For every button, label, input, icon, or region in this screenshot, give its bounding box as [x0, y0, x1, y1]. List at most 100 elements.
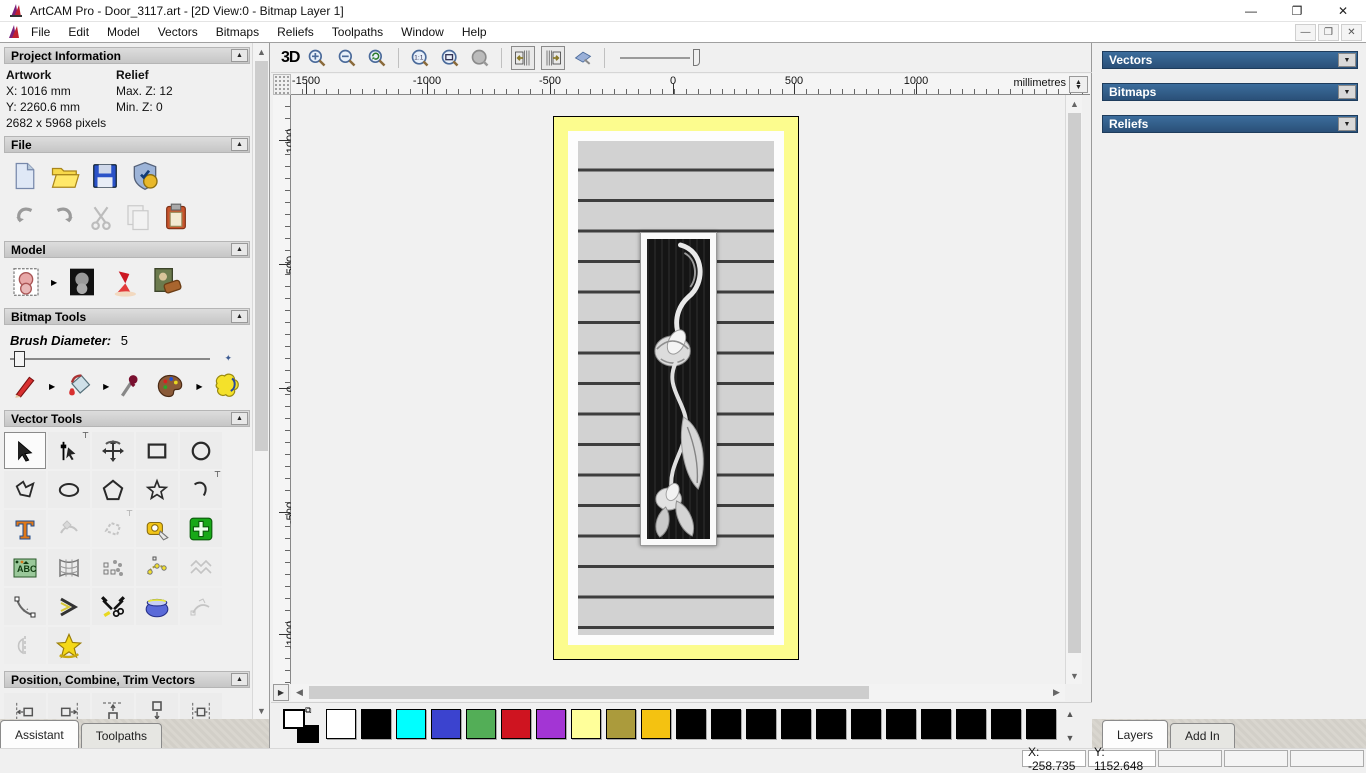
wrap-text-round-curve-tool[interactable]	[48, 510, 90, 547]
zoom-in-icon[interactable]	[305, 46, 329, 70]
flood-fill-icon[interactable]	[64, 372, 94, 400]
open-file-icon[interactable]	[49, 161, 81, 191]
texture-relief-icon[interactable]	[150, 266, 184, 298]
block-paste-tool[interactable]	[92, 549, 134, 586]
flyout-arrow[interactable]: ▶	[103, 382, 109, 391]
create-circle-tool[interactable]	[180, 432, 222, 469]
colour-swatch[interactable]	[361, 709, 391, 739]
colour-swatch[interactable]	[396, 709, 426, 739]
door-artwork[interactable]	[553, 116, 799, 660]
canvas-vscrollbar[interactable]: ▲ ▼	[1065, 95, 1082, 684]
tab-assistant[interactable]: Assistant	[0, 720, 79, 748]
tab-toolpaths[interactable]: Toolpaths	[81, 723, 162, 748]
vector-texture-tool[interactable]	[180, 549, 222, 586]
create-text-tool[interactable]	[4, 510, 46, 547]
section-bitmaps[interactable]: Bitmaps ▼	[1102, 83, 1358, 101]
zoom-out-icon[interactable]	[335, 46, 359, 70]
weld-vectors-tool[interactable]	[136, 588, 178, 625]
section-model[interactable]: Model ▲	[4, 241, 250, 258]
offset-vectors-tool[interactable]: ⊤	[92, 510, 134, 547]
bitmap-to-vector-icon[interactable]	[211, 371, 243, 401]
adjust-model-icon[interactable]	[66, 265, 98, 299]
assistant-scrollbar[interactable]: ▲ ▼	[252, 43, 269, 719]
section-vectors[interactable]: Vectors ▼	[1102, 51, 1358, 69]
create-rectangle-tool[interactable]	[136, 432, 178, 469]
align-left-tool[interactable]	[4, 693, 46, 719]
join-vectors-tool[interactable]	[48, 588, 90, 625]
select-vectors-tool[interactable]	[4, 432, 46, 469]
menu-reliefs[interactable]: Reliefs	[268, 23, 323, 41]
colour-swatch[interactable]	[711, 709, 741, 739]
section-vector-tools[interactable]: Vector Tools ▲	[4, 410, 250, 427]
menu-help[interactable]: Help	[453, 23, 496, 41]
restore-button[interactable]: ❐	[1274, 0, 1320, 22]
section-position-combine-trim[interactable]: Position, Combine, Trim Vectors ▲	[4, 671, 250, 688]
create-star-tool[interactable]	[136, 471, 178, 508]
menu-file[interactable]: File	[22, 23, 59, 41]
colour-swatch[interactable]	[746, 709, 776, 739]
scroll-down-icon[interactable]: ▼	[1066, 667, 1083, 684]
align-bottom-tool[interactable]	[136, 693, 178, 719]
document-icon[interactable]	[6, 24, 22, 40]
collapse-button[interactable]: ▲	[231, 673, 248, 686]
flyout-arrow[interactable]: ▶	[51, 278, 57, 287]
tab-add-in[interactable]: Add In	[1170, 723, 1235, 748]
section-bitmap-tools[interactable]: Bitmap Tools ▲	[4, 308, 250, 325]
colour-swatch[interactable]	[1026, 709, 1056, 739]
collapse-button[interactable]: ▲	[231, 243, 248, 256]
align-top-tool[interactable]	[92, 693, 134, 719]
contrast-slider[interactable]	[620, 48, 700, 68]
layer-preview-icon[interactable]	[571, 46, 595, 70]
section-file[interactable]: File ▲	[4, 136, 250, 153]
trim-vectors-tool[interactable]	[92, 588, 134, 625]
collapse-button[interactable]: ▲	[231, 310, 248, 323]
paste-icon[interactable]	[162, 202, 190, 232]
menu-window[interactable]: Window	[392, 23, 453, 41]
zoom-fit-icon[interactable]	[438, 46, 462, 70]
create-polygon-tool[interactable]	[92, 471, 134, 508]
scroll-up-icon[interactable]: ▲	[1066, 95, 1083, 112]
zoom-drawing-icon[interactable]	[468, 46, 492, 70]
slider-thumb[interactable]	[14, 351, 25, 367]
colour-swatch[interactable]	[816, 709, 846, 739]
measure-tool[interactable]	[136, 510, 178, 547]
colour-swatch[interactable]	[676, 709, 706, 739]
expand-button[interactable]: ▼	[1338, 85, 1356, 99]
new-model-icon[interactable]	[10, 161, 40, 191]
text-in-box-tool[interactable]: ABC	[4, 549, 46, 586]
transform-vectors-tool[interactable]	[92, 432, 134, 469]
palette-scroll-up-icon[interactable]: ▲	[1061, 705, 1079, 723]
model-check-icon[interactable]	[129, 160, 161, 192]
colour-swatch[interactable]	[536, 709, 566, 739]
paste-along-curve-tool[interactable]	[136, 549, 178, 586]
scrollbar-thumb[interactable]	[1068, 113, 1081, 653]
menu-edit[interactable]: Edit	[59, 23, 98, 41]
colour-swatch[interactable]	[851, 709, 881, 739]
mdi-restore-button[interactable]: ❐	[1318, 24, 1339, 41]
envelope-distortion-tool[interactable]	[48, 549, 90, 586]
units-dropdown-icon[interactable]: ▲▼	[1069, 76, 1088, 93]
bitmap-layer-next-icon[interactable]	[541, 46, 565, 70]
create-ellipse-tool[interactable]	[48, 471, 90, 508]
redo-icon[interactable]	[49, 204, 79, 230]
brush-diameter-slider[interactable]: ✦	[10, 358, 210, 360]
node-editing-tool[interactable]: ⊤	[48, 432, 90, 469]
undo-icon[interactable]	[10, 204, 40, 230]
bitmap-layer-previous-icon[interactable]	[511, 46, 535, 70]
lighting-icon[interactable]	[107, 266, 141, 298]
menu-toolpaths[interactable]: Toolpaths	[323, 23, 392, 41]
primary-secondary-colour-well[interactable]: ⧉	[283, 709, 317, 743]
colour-swatch[interactable]	[571, 709, 601, 739]
flyout-arrow[interactable]: ▶	[196, 382, 202, 391]
pane-split-button[interactable]: ▶	[273, 684, 289, 701]
colour-swatch[interactable]	[781, 709, 811, 739]
minimize-button[interactable]: —	[1228, 0, 1274, 22]
slider-handle[interactable]	[693, 49, 700, 66]
menu-vectors[interactable]: Vectors	[149, 23, 207, 41]
align-right-tool[interactable]	[48, 693, 90, 719]
canvas-hscrollbar[interactable]: ◀ ▶	[291, 684, 1065, 701]
scroll-up-icon[interactable]: ▲	[253, 43, 270, 60]
mirror-vectors-tool[interactable]	[4, 627, 46, 664]
3d-view-button[interactable]: 3D	[281, 49, 299, 67]
section-project-information[interactable]: Project Information ▲	[4, 47, 250, 64]
